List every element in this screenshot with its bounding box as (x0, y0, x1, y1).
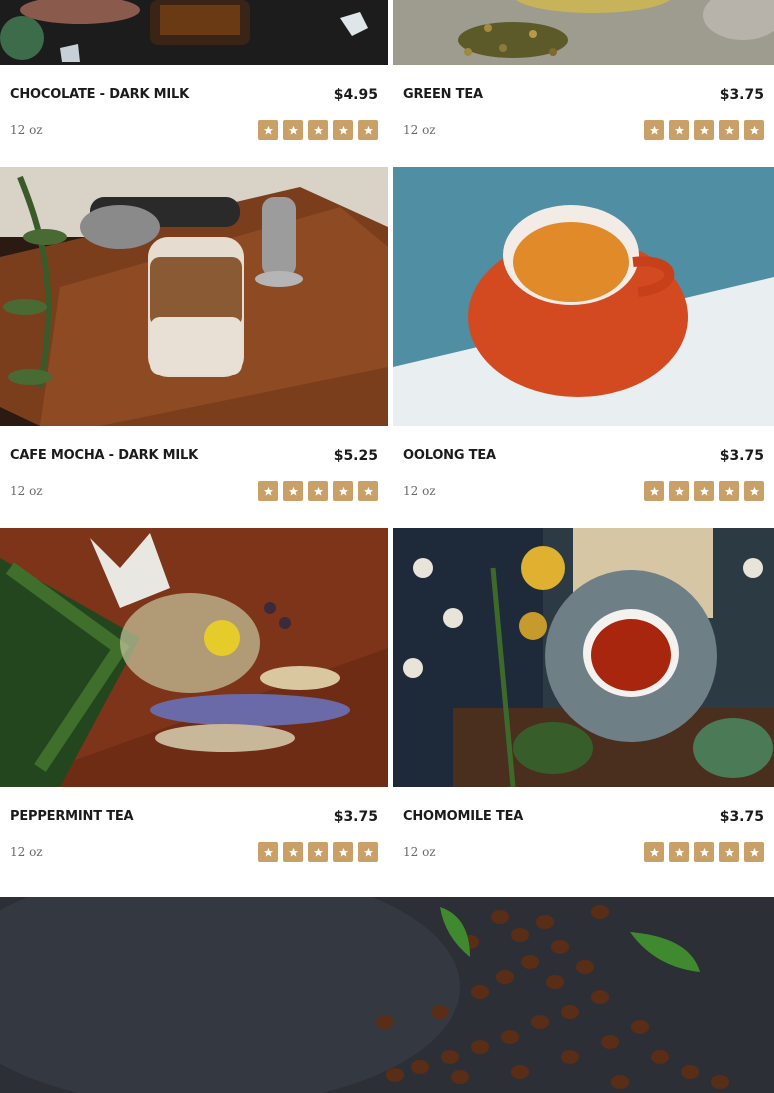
product-info: CHOCOLATE - DARK MILK $4.95 12 oz (0, 65, 388, 166)
star-icon (358, 842, 378, 862)
star-icon (283, 120, 303, 140)
product-name[interactable]: PEPPERMINT TEA (10, 809, 134, 824)
star-icon (283, 842, 303, 862)
product-card[interactable]: GREEN TEA $3.75 12 oz (393, 0, 774, 166)
star-icon (719, 120, 739, 140)
star-icon (333, 120, 353, 140)
product-price: $3.75 (333, 809, 378, 825)
star-rating (258, 120, 378, 140)
product-name[interactable]: CAFE MOCHA - DARK MILK (10, 448, 198, 463)
product-card[interactable]: OOLONG TEA $3.75 12 oz (393, 167, 774, 527)
star-icon (308, 120, 328, 140)
product-price: $3.75 (719, 809, 764, 825)
product-card[interactable]: PEPPERMINT TEA $3.75 12 oz (0, 528, 388, 888)
star-icon (744, 481, 764, 501)
star-icon (694, 842, 714, 862)
product-image[interactable] (393, 167, 774, 426)
star-rating (258, 842, 378, 862)
product-image[interactable] (0, 0, 388, 65)
product-price: $4.95 (333, 87, 378, 103)
product-size: 12 oz (10, 123, 43, 137)
star-icon (308, 481, 328, 501)
product-image[interactable] (393, 528, 774, 787)
product-card[interactable]: CAFE MOCHA - DARK MILK $5.25 12 oz (0, 167, 388, 527)
star-icon (719, 842, 739, 862)
star-icon (669, 842, 689, 862)
product-info: CHOMOMILE TEA $3.75 12 oz (393, 787, 774, 888)
product-price: $3.75 (719, 448, 764, 464)
star-icon (744, 842, 764, 862)
product-size: 12 oz (10, 484, 43, 498)
product-name[interactable]: CHOCOLATE - DARK MILK (10, 87, 189, 102)
star-icon (644, 120, 664, 140)
star-icon (258, 120, 278, 140)
star-rating (644, 120, 764, 140)
star-icon (719, 481, 739, 501)
star-icon (258, 842, 278, 862)
product-info: CAFE MOCHA - DARK MILK $5.25 12 oz (0, 426, 388, 527)
star-icon (644, 842, 664, 862)
star-icon (694, 120, 714, 140)
star-icon (644, 481, 664, 501)
star-icon (283, 481, 303, 501)
product-size: 12 oz (403, 845, 436, 859)
star-icon (669, 481, 689, 501)
product-size: 12 oz (10, 845, 43, 859)
product-name[interactable]: CHOMOMILE TEA (403, 809, 523, 824)
product-image[interactable] (0, 167, 388, 426)
star-icon (258, 481, 278, 501)
product-price: $5.25 (333, 448, 378, 464)
product-card[interactable]: CHOCOLATE - DARK MILK $4.95 12 oz (0, 0, 388, 166)
product-image[interactable] (393, 0, 774, 65)
star-icon (308, 842, 328, 862)
product-info: GREEN TEA $3.75 12 oz (393, 65, 774, 166)
star-rating (644, 842, 764, 862)
product-name[interactable]: OOLONG TEA (403, 448, 496, 463)
product-name[interactable]: GREEN TEA (403, 87, 483, 102)
product-price: $3.75 (719, 87, 764, 103)
star-icon (694, 481, 714, 501)
star-icon (333, 842, 353, 862)
star-icon (358, 481, 378, 501)
product-size: 12 oz (403, 484, 436, 498)
star-icon (669, 120, 689, 140)
star-rating (644, 481, 764, 501)
product-info: OOLONG TEA $3.75 12 oz (393, 426, 774, 527)
product-size: 12 oz (403, 123, 436, 137)
star-rating (258, 481, 378, 501)
product-card[interactable]: CHOMOMILE TEA $3.75 12 oz (393, 528, 774, 888)
product-info: PEPPERMINT TEA $3.75 12 oz (0, 787, 388, 888)
product-image[interactable] (0, 528, 388, 787)
coffee-beans-banner (0, 897, 774, 1093)
star-icon (744, 120, 764, 140)
star-icon (333, 481, 353, 501)
star-icon (358, 120, 378, 140)
